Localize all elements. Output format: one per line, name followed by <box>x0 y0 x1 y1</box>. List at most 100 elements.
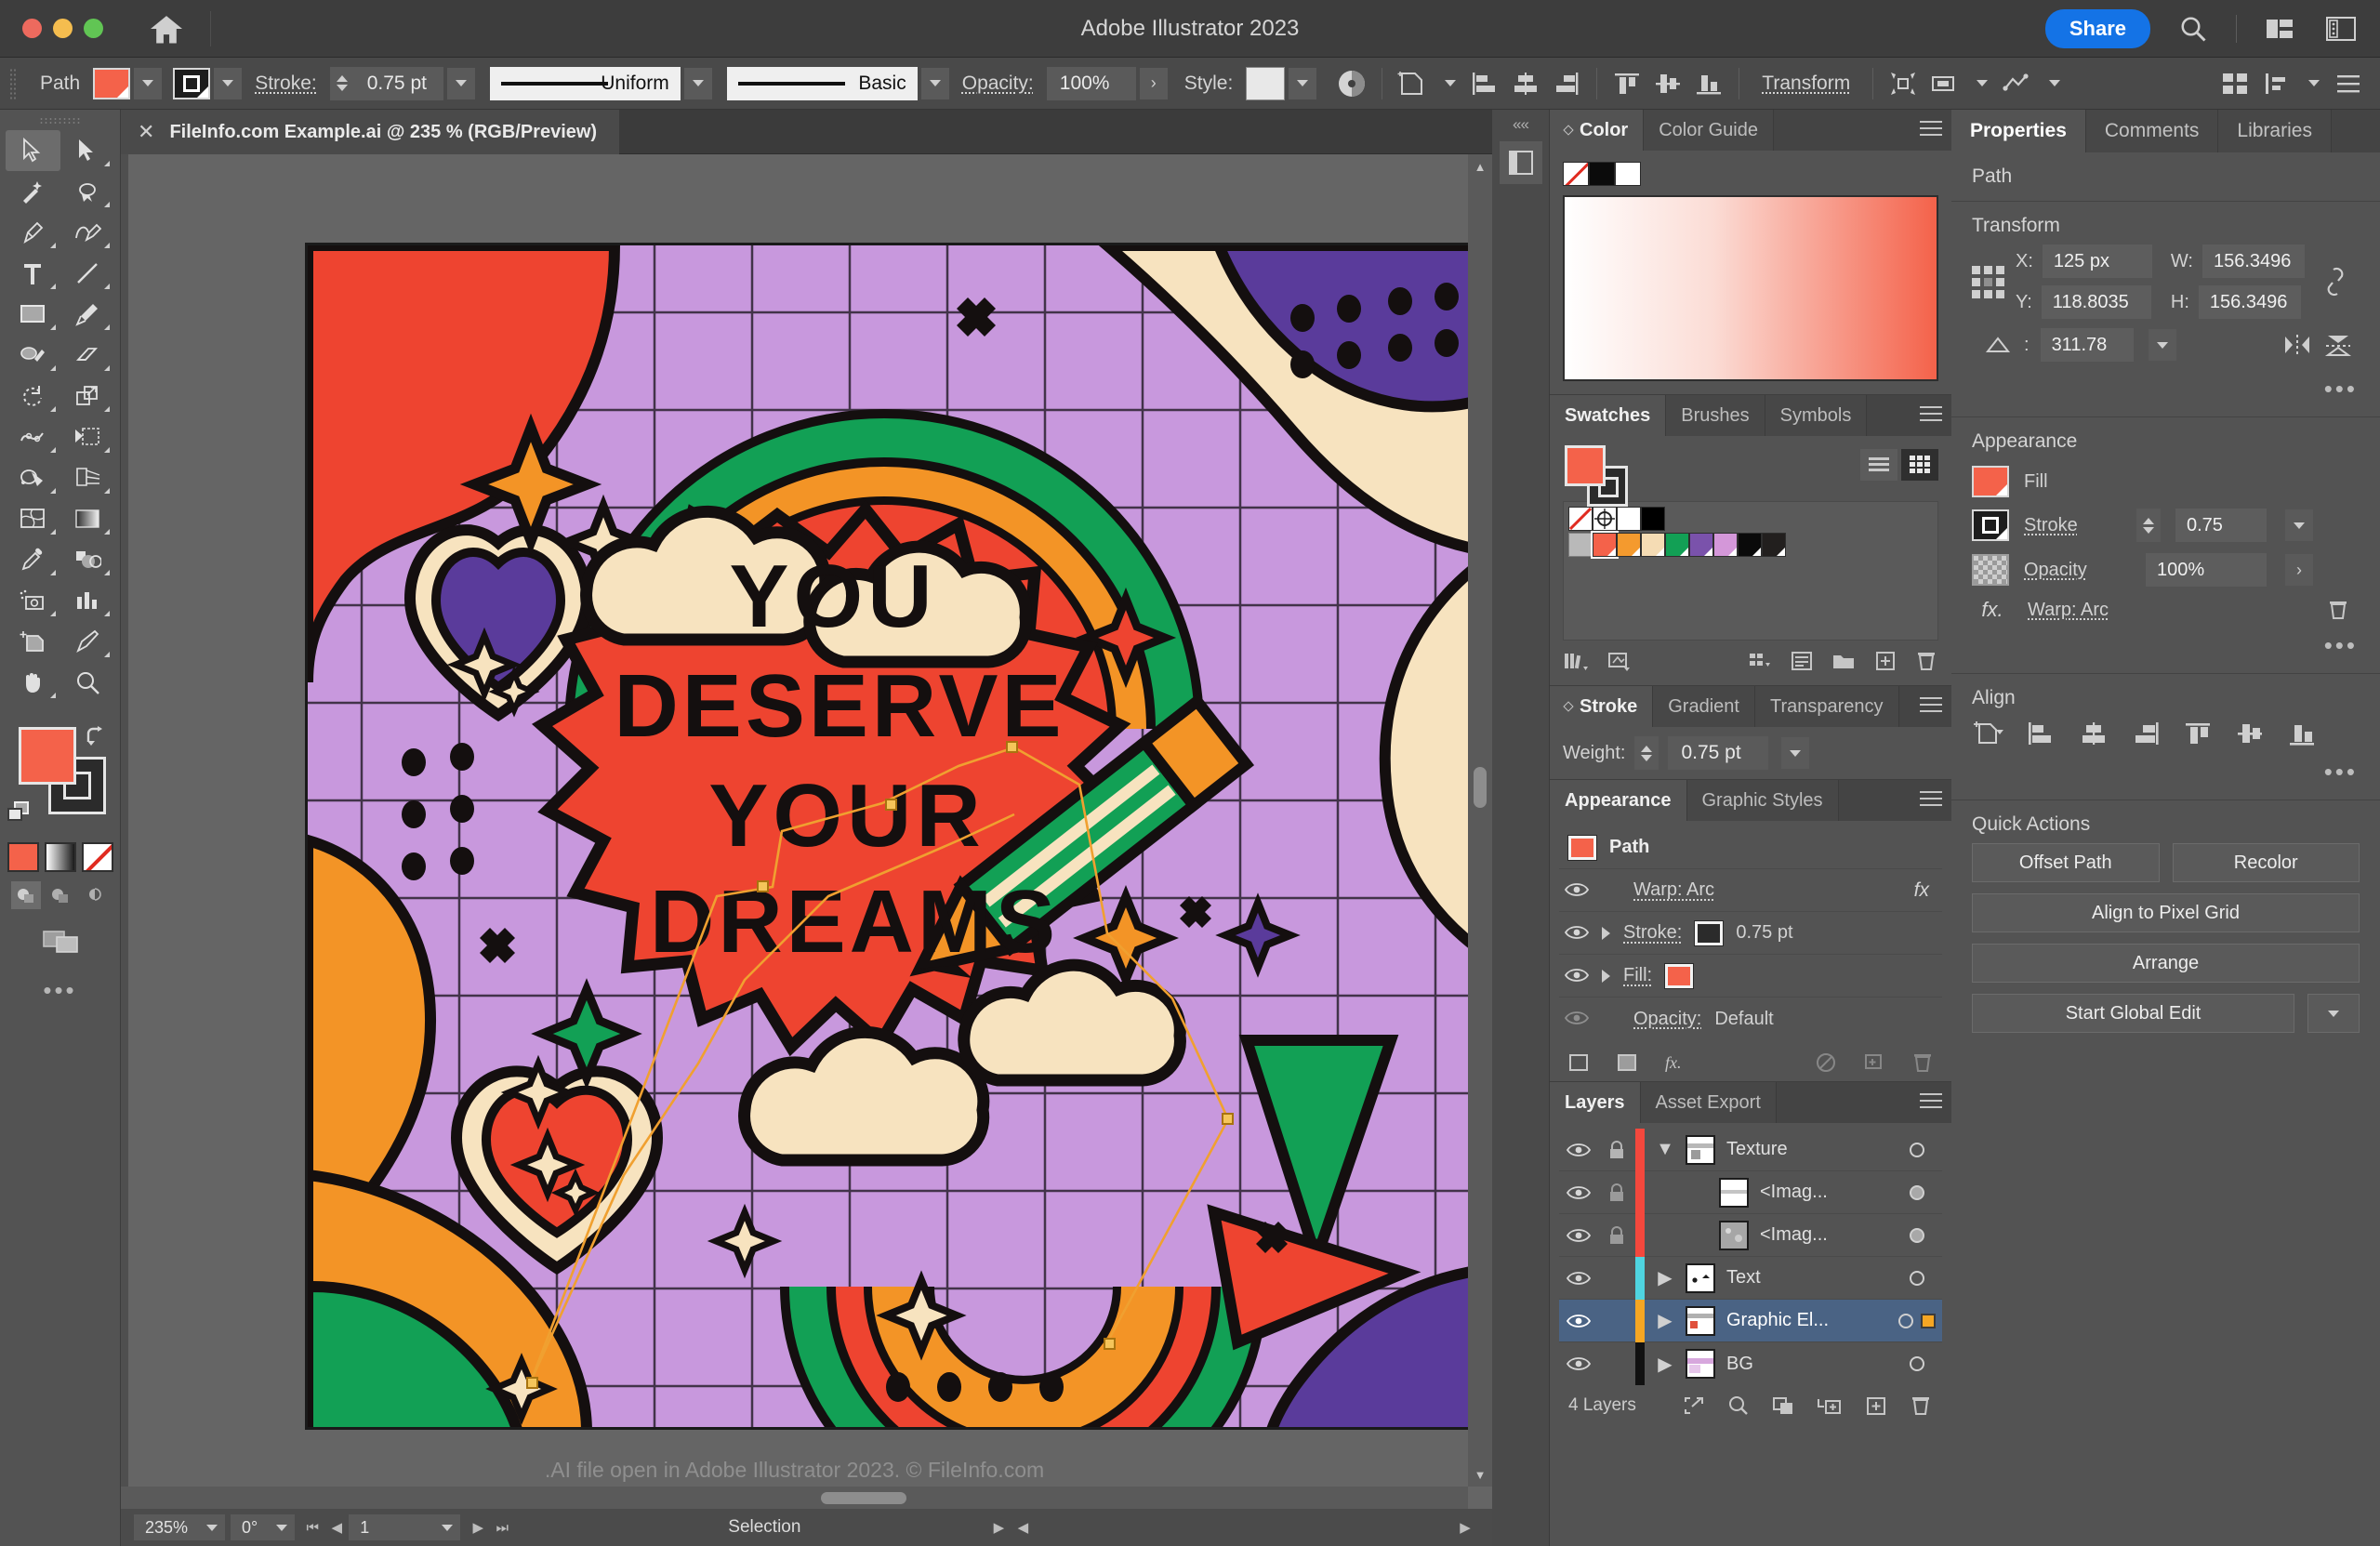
align-top-icon[interactable] <box>1606 65 1647 102</box>
add-new-effect-icon[interactable]: fx. <box>1663 1051 1693 1074</box>
scale-tool[interactable] <box>60 376 115 416</box>
y-input[interactable]: 118.8035 <box>2041 285 2151 319</box>
layers-panel-menu-icon[interactable] <box>1920 1093 1942 1113</box>
stroke-weight-panel-dropdown[interactable] <box>1781 737 1810 769</box>
slice-tool[interactable] <box>60 621 115 662</box>
appearance-fill-expand-icon[interactable] <box>1602 969 1610 983</box>
add-new-fill-icon[interactable] <box>1615 1051 1639 1074</box>
duplicate-item-icon[interactable] <box>1862 1051 1886 1074</box>
status-back-icon[interactable]: ◀ <box>1011 1514 1035 1540</box>
next-artboard-icon[interactable]: ▶ <box>466 1514 490 1540</box>
last-artboard-icon[interactable]: ⏭ <box>490 1514 514 1540</box>
align-right-icon[interactable] <box>2130 719 2162 748</box>
layer-visibility-icon[interactable] <box>1559 1142 1598 1158</box>
color-spectrum[interactable] <box>1563 195 1938 381</box>
maximize-window-button[interactable] <box>84 19 103 38</box>
layer-visibility-icon[interactable] <box>1559 1355 1598 1372</box>
create-new-layer-icon[interactable] <box>1864 1394 1888 1417</box>
properties-opacity-input[interactable]: 100% <box>2146 553 2267 587</box>
rotation-input[interactable]: 0° <box>231 1514 270 1540</box>
make-clipping-mask-icon[interactable] <box>1771 1394 1795 1417</box>
transform-button[interactable]: Transform <box>1762 73 1850 95</box>
home-icon[interactable] <box>145 7 188 50</box>
close-window-button[interactable] <box>22 19 42 38</box>
direct-selection-tool[interactable] <box>60 130 115 171</box>
selection-tool[interactable] <box>6 130 60 171</box>
eraser-tool[interactable] <box>60 335 115 376</box>
black-swatch[interactable] <box>1589 162 1615 186</box>
eyedropper-tool[interactable] <box>6 539 60 580</box>
stroke-color-dropdown[interactable] <box>214 67 243 99</box>
appearance-more-options-icon[interactable]: ••• <box>1951 628 2380 660</box>
tab-gradient[interactable]: Gradient <box>1653 686 1755 727</box>
effect-fx-icon[interactable]: fx <box>1914 879 1937 902</box>
swatch-registration[interactable] <box>1593 507 1617 531</box>
align-vertical-center-icon[interactable] <box>1647 65 1688 102</box>
draw-behind-icon[interactable] <box>46 881 75 909</box>
tab-swatches[interactable]: Swatches <box>1550 395 1667 436</box>
align-bottom-icon[interactable] <box>2286 719 2318 748</box>
delete-item-icon[interactable] <box>1911 1051 1935 1074</box>
swatch-none[interactable] <box>1568 507 1593 531</box>
recolor-artwork-icon[interactable] <box>1331 65 1372 102</box>
layer-expand-icon[interactable]: ▶ <box>1645 1353 1686 1376</box>
document-setup-icon[interactable] <box>2255 65 2296 102</box>
add-new-stroke-icon[interactable] <box>1567 1051 1591 1074</box>
align-to-selection-icon[interactable] <box>1392 65 1433 102</box>
stroke-color-swatch[interactable] <box>173 67 211 99</box>
opacity-input[interactable]: 100% <box>1046 66 1136 100</box>
properties-opacity-swatch[interactable] <box>1972 554 2009 586</box>
new-color-group-icon[interactable] <box>1831 650 1857 672</box>
appearance-effect-name[interactable]: Warp: Arc <box>1633 879 1714 901</box>
shaper-tool[interactable] <box>6 335 60 376</box>
align-top-icon[interactable] <box>2182 719 2214 748</box>
vertical-scroll-thumb[interactable] <box>1474 767 1487 809</box>
gradient-mode-icon[interactable] <box>44 842 76 872</box>
search-icon[interactable] <box>2175 10 2212 47</box>
zoom-tool[interactable] <box>60 662 115 703</box>
align-to-selection-icon[interactable] <box>1972 719 2005 748</box>
workspace-switcher-icon[interactable] <box>2322 10 2360 47</box>
tab-comments[interactable]: Comments <box>2085 110 2219 152</box>
shape-builder-tool[interactable] <box>6 457 60 498</box>
previous-artboard-icon[interactable]: ◀ <box>324 1514 349 1540</box>
appearance-fill-visibility-icon[interactable] <box>1565 967 1589 985</box>
tab-color[interactable]: Color <box>1550 110 1645 151</box>
transform-more-options-icon[interactable]: ••• <box>1951 371 2380 403</box>
fill-color-dropdown[interactable] <box>134 67 163 99</box>
swatch-libraries-icon[interactable] <box>1563 650 1589 672</box>
layer-name[interactable]: <Imag... <box>1760 1182 1828 1203</box>
flip-horizontal-icon[interactable] <box>2281 333 2313 357</box>
close-document-icon[interactable]: ✕ <box>138 120 154 144</box>
graphic-style-dropdown[interactable] <box>1289 67 1317 99</box>
horizontal-scroll-thumb[interactable] <box>821 1492 907 1504</box>
color-panel-menu-icon[interactable] <box>1920 121 1942 140</box>
table-row[interactable]: <Imag... <box>1559 1213 1942 1257</box>
line-segment-tool[interactable] <box>60 253 115 294</box>
stroke-weight-dropdown[interactable] <box>446 67 475 99</box>
swatch-red[interactable] <box>1591 531 1619 559</box>
global-edit-options-dropdown[interactable] <box>2307 994 2360 1033</box>
swatch-black[interactable] <box>1641 507 1665 531</box>
stroke-panel-collapse-icon[interactable] <box>1563 701 1574 712</box>
layer-name[interactable]: BG <box>1726 1354 1753 1375</box>
width-tool[interactable] <box>6 416 60 457</box>
screen-mode-icon[interactable] <box>42 926 79 956</box>
reference-point-selector[interactable] <box>1972 265 2004 298</box>
align-horizontal-center-icon[interactable] <box>1505 65 1546 102</box>
tab-transparency[interactable]: Transparency <box>1754 686 1899 727</box>
swatch-near-black[interactable] <box>1738 533 1762 557</box>
status-forward-icon[interactable]: ▶ <box>1453 1514 1477 1540</box>
appearance-opacity-label[interactable]: Opacity: <box>1633 1009 1701 1030</box>
tab-appearance[interactable]: Appearance <box>1550 780 1687 821</box>
appearance-panel-menu-icon[interactable] <box>1920 791 1942 811</box>
properties-stroke-stepper[interactable] <box>2136 509 2161 542</box>
artboard-number-input[interactable]: 1 <box>349 1514 435 1540</box>
arrange-documents-icon[interactable] <box>2261 10 2298 47</box>
grid-view-icon[interactable] <box>1901 449 1938 481</box>
scroll-up-icon[interactable]: ▲ <box>1472 158 1488 175</box>
white-swatch[interactable] <box>1615 162 1641 186</box>
align-left-icon[interactable] <box>1464 65 1505 102</box>
select-similar-dropdown[interactable] <box>2041 68 2069 99</box>
swap-fill-stroke-icon[interactable] <box>83 725 109 749</box>
